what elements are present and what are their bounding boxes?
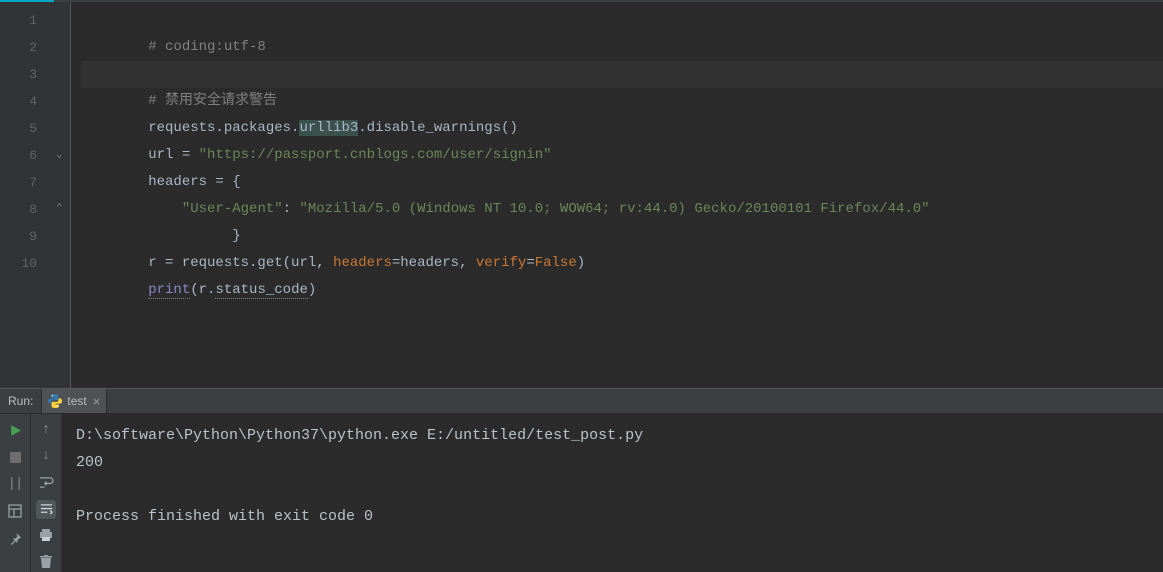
code-line[interactable]: }: [81, 196, 1163, 223]
run-panel-header: Run: test ×: [0, 389, 1163, 414]
run-toolbar-secondary: ↑ ↓: [31, 414, 62, 572]
play-icon[interactable]: [5, 420, 25, 440]
fold-marker-icon[interactable]: ⌃: [56, 196, 63, 223]
code-line[interactable]: r = requests.get(url, headers=headers, v…: [81, 223, 1163, 250]
run-tab[interactable]: test ×: [41, 389, 107, 413]
paren: ): [308, 282, 316, 298]
trash-icon[interactable]: [36, 553, 56, 572]
run-toolbar-primary: ||: [0, 414, 31, 572]
builtin-func: print: [148, 282, 190, 299]
line-number: 1: [0, 7, 55, 34]
line-number: 5: [0, 115, 55, 142]
code-text: (r.: [190, 282, 215, 298]
close-icon[interactable]: ×: [93, 394, 101, 409]
code-line[interactable]: import requests: [81, 34, 1163, 61]
code-line[interactable]: url = "https://passport.cnblogs.com/user…: [81, 115, 1163, 142]
tab-accent: [0, 0, 54, 2]
soft-wrap-icon[interactable]: [36, 473, 56, 493]
code-area[interactable]: # coding:utf-8 import requests # 禁用安全请求警…: [71, 2, 1163, 388]
stop-icon[interactable]: [5, 447, 25, 467]
fold-marker-icon[interactable]: ⌄: [56, 142, 63, 169]
line-number: 2: [0, 34, 55, 61]
arrow-up-icon[interactable]: ↑: [36, 420, 56, 440]
code-line[interactable]: "User-Agent": "Mozilla/5.0 (Windows NT 1…: [81, 169, 1163, 196]
fold-strip: ⌄⌃: [55, 2, 71, 388]
attribute: status_code: [215, 282, 307, 299]
pin-icon[interactable]: [5, 528, 25, 548]
run-panel: || ↑ ↓ D:\software\Python\Pyt: [0, 414, 1163, 572]
console-output[interactable]: D:\software\Python\Python37\python.exe E…: [62, 414, 1163, 572]
line-number: 8: [0, 196, 55, 223]
layout-icon[interactable]: [5, 501, 25, 521]
line-number-gutter: 12345678910: [0, 2, 55, 388]
line-number: 7: [0, 169, 55, 196]
run-label: Run:: [0, 394, 41, 408]
code-editor[interactable]: 12345678910 ⌄⌃ # coding:utf-8 import req…: [0, 2, 1163, 388]
scroll-to-end-icon[interactable]: [36, 500, 56, 520]
run-tab-name: test: [67, 394, 86, 408]
line-number: 3: [0, 61, 55, 88]
code-line[interactable]: print(r.status_code): [81, 250, 1163, 277]
line-number: 9: [0, 223, 55, 250]
code-line[interactable]: headers = {: [81, 142, 1163, 169]
arrow-down-icon[interactable]: ↓: [36, 447, 56, 467]
line-number: 6: [0, 142, 55, 169]
pause-icon[interactable]: ||: [5, 474, 25, 494]
python-file-icon: [48, 394, 62, 408]
code-line[interactable]: requests.packages.urllib3.disable_warnin…: [81, 88, 1163, 115]
line-number: 4: [0, 88, 55, 115]
line-number: 10: [0, 250, 55, 277]
code-line[interactable]: # coding:utf-8: [81, 7, 1163, 34]
print-icon[interactable]: [36, 526, 56, 546]
code-line-current[interactable]: # 禁用安全请求警告: [81, 61, 1163, 88]
